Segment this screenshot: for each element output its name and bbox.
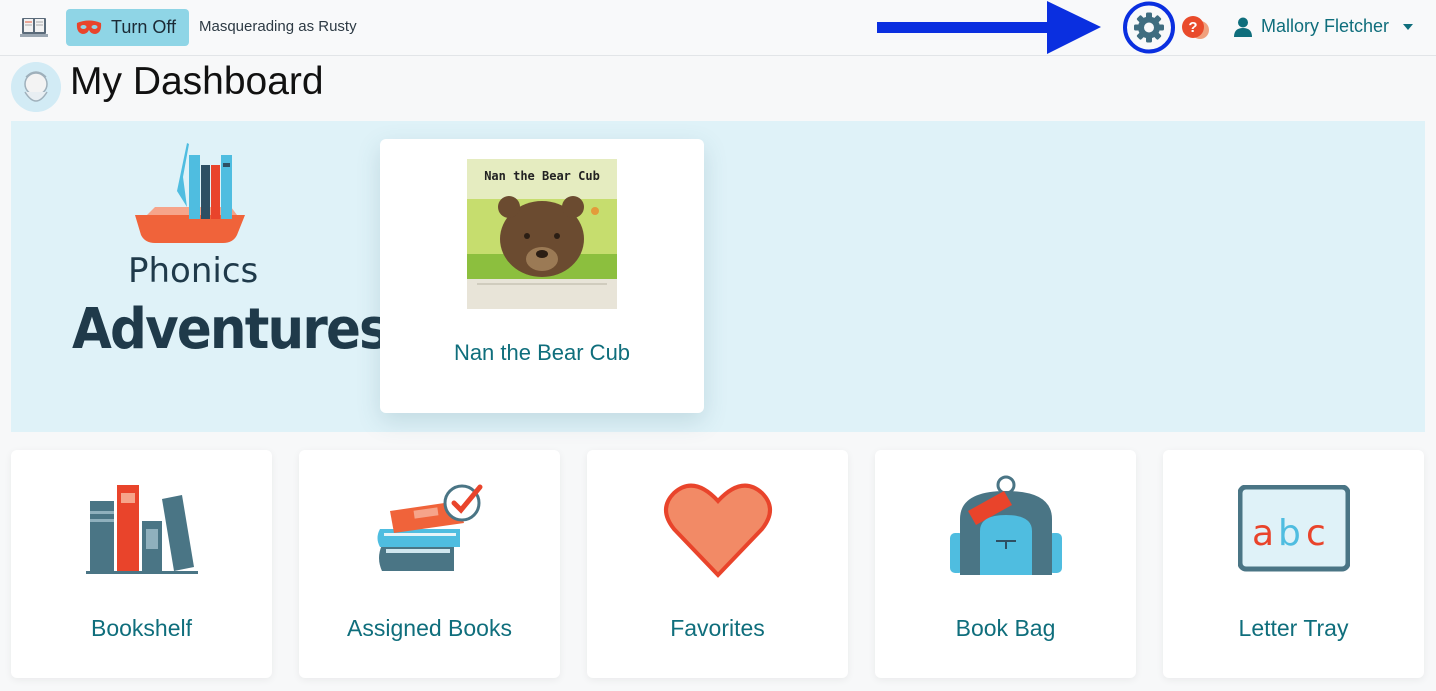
backpack-icon [949,475,1062,575]
page-title: My Dashboard [70,60,324,103]
tile-assigned-books[interactable]: Assigned Books [299,450,560,678]
logo-text-phonics: Phonics [128,251,259,291]
avatar-image [11,62,61,112]
masquerade-status-text: Masquerading as Rusty [199,18,357,35]
user-menu-dropdown[interactable]: Mallory Fletcher [1234,16,1414,37]
gear-icon [1123,1,1175,54]
bookshelf-icon [85,485,198,574]
svg-text:a: a [1252,513,1274,554]
turn-off-masquerade-button[interactable]: Turn Off [66,9,189,46]
book-cover-title: Nan the Bear Cub [484,169,600,183]
assigned-books-icon [377,484,482,571]
abc-icon: a b c [1237,485,1350,572]
tile-label: Bookshelf [90,615,192,641]
user-icon [1234,17,1252,37]
svg-text:b: b [1278,513,1301,554]
tile-bookshelf[interactable]: Bookshelf [11,450,272,678]
tile-label: Favorites [670,615,765,641]
tile-label: Letter Tray [1238,615,1349,641]
tile-label: Assigned Books [347,615,512,641]
mask-icon [76,20,102,34]
turn-off-label: Turn Off [111,17,177,37]
tile-label: Book Bag [955,615,1056,641]
logo-text-adventures: Adventures [72,297,390,362]
annotation-arrow [877,1,1101,54]
tile-letter-tray[interactable]: a b c Letter Tray [1163,450,1424,678]
book-title-link[interactable]: Nan the Bear Cub [380,340,704,366]
user-name: Mallory Fletcher [1261,16,1390,36]
svg-text:c: c [1306,513,1326,554]
top-bar: Turn Off Masquerading as Rusty ? Mallory… [0,0,1436,56]
book-app-icon[interactable] [19,14,49,40]
svg-text:?: ? [1188,19,1197,36]
chevron-down-icon [1403,23,1414,30]
help-chat-icon[interactable]: ? [1181,15,1211,41]
book-cover-image: Nan the Bear Cub [467,159,617,309]
tile-favorites[interactable]: Favorites [587,450,848,678]
tile-book-bag[interactable]: Book Bag [875,450,1136,678]
heart-icon [663,483,772,578]
books-boat-logo-icon [135,143,245,243]
avatar[interactable] [11,62,61,112]
book-card[interactable]: Nan the Bear Cub Nan the Bear Cub [380,139,704,413]
settings-button[interactable] [1121,1,1177,54]
